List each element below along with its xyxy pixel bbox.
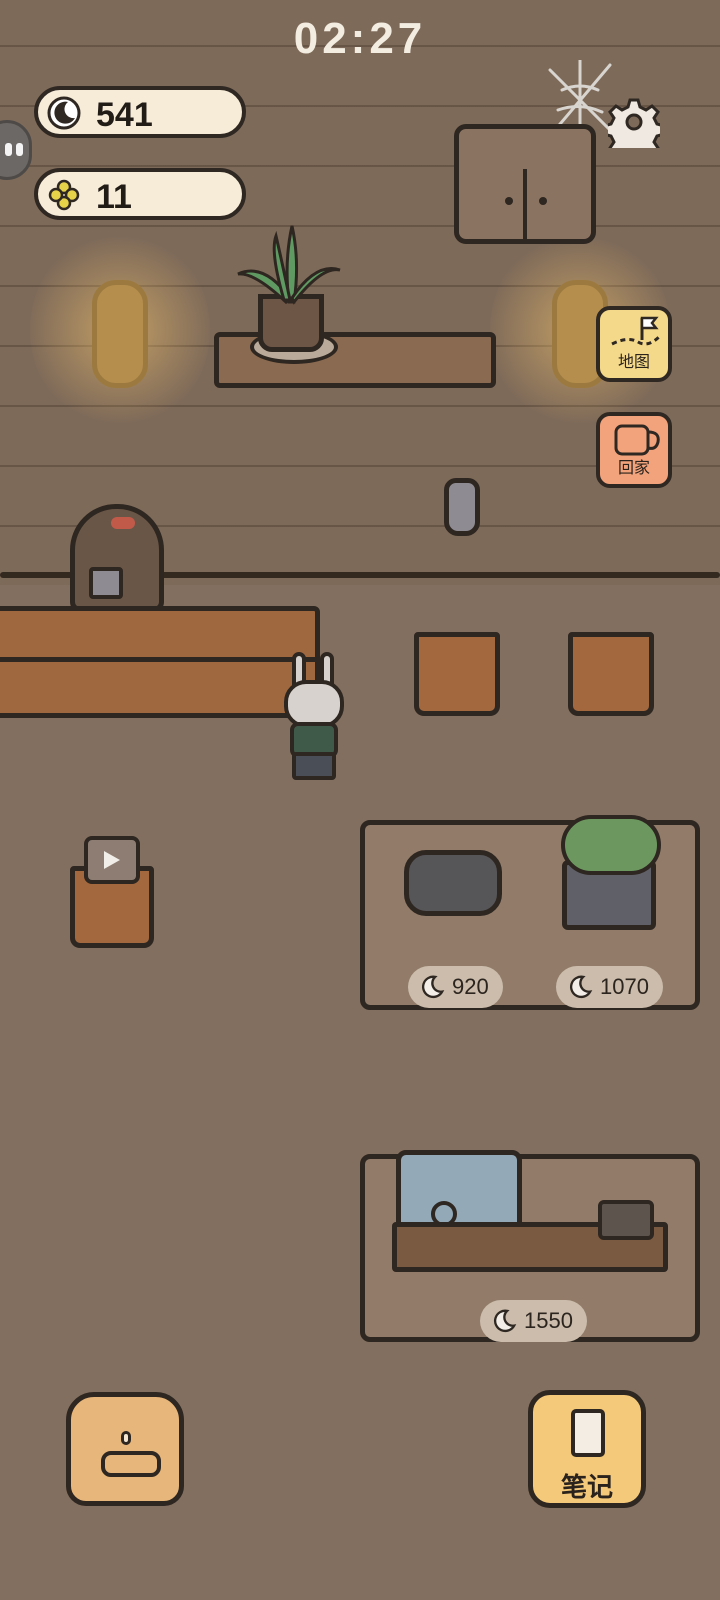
coffee-grinder xyxy=(598,1200,654,1240)
rabbit-player[interactable] xyxy=(284,652,344,782)
cabinet-knob-left xyxy=(505,197,513,205)
clover-icon xyxy=(48,179,80,211)
notes-button[interactable]: 笔记 xyxy=(528,1390,646,1508)
notebook-icon xyxy=(571,1409,605,1457)
gear-icon[interactable] xyxy=(608,96,660,148)
shop-item-planter[interactable] xyxy=(561,815,661,930)
moon-icon xyxy=(47,96,81,130)
price-tag-1: 920 xyxy=(408,966,503,1008)
counter-line xyxy=(0,657,315,662)
empty-stand-1[interactable] xyxy=(414,632,500,716)
cabinet-door-seam xyxy=(523,169,527,239)
assistant-eye-right xyxy=(16,143,23,156)
moon-icon xyxy=(569,975,593,999)
map-button[interactable]: 地图 xyxy=(596,306,672,382)
clock-time: 02:27 xyxy=(293,14,427,63)
moon-icon xyxy=(421,975,445,999)
backpack-buckle xyxy=(121,1431,131,1445)
video-play-icon[interactable] xyxy=(84,836,140,884)
price-tag-3: 1550 xyxy=(480,1300,587,1342)
clover-count: 11 xyxy=(96,178,132,216)
assistant-eye-left xyxy=(5,143,12,156)
empty-stand-2[interactable] xyxy=(568,632,654,716)
price-tag-2: 1070 xyxy=(556,966,663,1008)
map-flag-icon xyxy=(611,316,662,346)
moon-icon xyxy=(493,1309,517,1333)
moon-currency-pill: 541 xyxy=(34,86,246,138)
price-value: 1070 xyxy=(600,974,649,999)
home-button[interactable]: 回家 xyxy=(596,412,672,488)
wall-cabinet xyxy=(454,124,596,244)
hanging-bell[interactable] xyxy=(444,478,480,536)
potted-plant-leaves xyxy=(237,225,341,305)
cabinet-knob-right xyxy=(539,197,547,205)
price-value: 920 xyxy=(452,974,489,999)
notes-button-label: 笔记 xyxy=(560,1472,613,1502)
shop-item-round-stool[interactable] xyxy=(404,850,502,916)
hedgehog-clipboard xyxy=(89,567,123,599)
game-scene: 02:27 541 11 地图 回家 920 1070 1550 笔记 xyxy=(0,0,720,1600)
map-button-label: 地图 xyxy=(617,354,650,371)
hedgehog-shopkeeper[interactable] xyxy=(70,504,164,612)
clover-currency-pill: 11 xyxy=(34,168,246,220)
backpack-pocket xyxy=(101,1451,161,1477)
home-button-label: 回家 xyxy=(617,460,650,477)
play-triangle-icon xyxy=(104,851,120,869)
hedgehog-cap xyxy=(111,517,135,529)
backpack-icon[interactable] xyxy=(66,1392,184,1506)
rabbit-head xyxy=(284,680,344,728)
moon-count: 541 xyxy=(96,96,153,134)
price-value: 1550 xyxy=(524,1308,573,1333)
wall-lamp-left xyxy=(92,280,148,388)
rabbit-pants xyxy=(292,752,336,780)
shop-counter xyxy=(0,606,320,718)
planter-bush xyxy=(561,815,661,875)
